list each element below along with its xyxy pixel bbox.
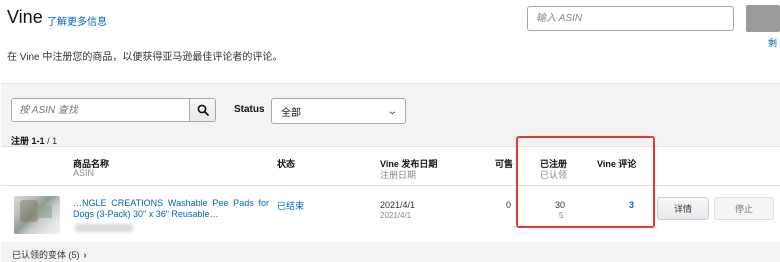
chevron-right-icon: › <box>83 250 87 260</box>
approved-variants-label: 已认领的变体 (5) <box>12 250 80 260</box>
learn-more-link[interactable]: 了解更多信息 <box>47 13 107 28</box>
search-icon <box>197 104 209 116</box>
column-header-asin: ASIN <box>73 168 95 178</box>
product-title-link[interactable]: …NGLE CREATIONS Washable Pee Pads for Do… <box>73 198 269 220</box>
search-button[interactable] <box>189 99 215 121</box>
row-registration-date: 2021/4/1 <box>380 211 412 220</box>
column-header-registration-date: 注册日期 <box>380 170 417 180</box>
product-thumbnail[interactable] <box>14 196 60 234</box>
highlight-box <box>516 136 655 228</box>
row-status[interactable]: 已结束 <box>277 199 304 212</box>
status-filter-label: Status <box>234 104 265 115</box>
asin-search-input[interactable] <box>12 99 190 121</box>
asin-input[interactable] <box>527 6 734 31</box>
chevron-down-icon: ⌄ <box>385 105 398 117</box>
registration-count-label: 注册 <box>11 136 30 146</box>
remaining-link[interactable]: 剩 <box>768 36 777 49</box>
registration-count-range: 1-1 <box>31 136 45 146</box>
row-available-count: 0 <box>506 200 512 210</box>
page-description: 在 Vine 中注册您的商品，以便获得亚马逊最佳评论者的评论。 <box>7 52 283 63</box>
column-header-available: 可售 <box>495 159 514 169</box>
registration-count-total: / 1 <box>47 136 58 146</box>
details-button[interactable]: 详情 <box>657 197 709 220</box>
table-divider <box>1 185 780 186</box>
status-filter-value: 全部 <box>281 107 301 119</box>
asin-search-box <box>11 98 216 122</box>
product-asin-redacted <box>75 224 133 232</box>
column-header-status: 状态 <box>277 159 296 169</box>
row-launch-date: 2021/4/1 <box>380 200 416 210</box>
page-title: Vine <box>7 7 43 27</box>
status-filter-select[interactable]: 全部 ⌄ <box>271 98 406 124</box>
stop-button[interactable]: 停止 <box>714 197 774 220</box>
add-asin-button[interactable] <box>746 5 780 32</box>
approved-variants-toggle[interactable]: 已认领的变体 (5) › <box>12 248 87 261</box>
